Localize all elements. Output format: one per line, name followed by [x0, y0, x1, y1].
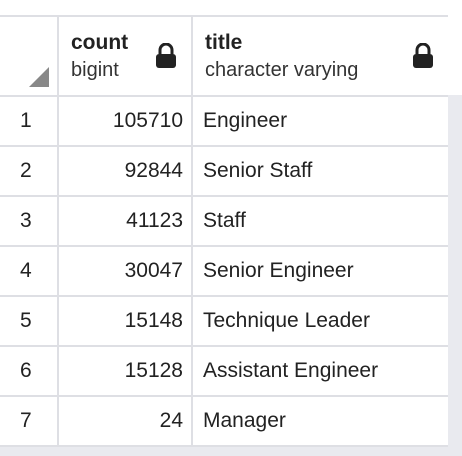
row-number[interactable]: 4: [0, 247, 59, 295]
cell-title[interactable]: Manager: [193, 397, 448, 445]
select-all-corner[interactable]: [0, 17, 59, 95]
cell-count[interactable]: 105710: [59, 97, 193, 145]
results-grid: count bigint title character varying 1 10…: [0, 15, 448, 447]
cell-count[interactable]: 92844: [59, 147, 193, 195]
table-row[interactable]: 5 15148 Technique Leader: [0, 297, 448, 347]
row-number[interactable]: 5: [0, 297, 59, 345]
corner-triangle-icon: [29, 67, 49, 87]
cell-count[interactable]: 24: [59, 397, 193, 445]
cell-title[interactable]: Technique Leader: [193, 297, 448, 345]
column-header-title[interactable]: title character varying: [193, 17, 448, 95]
table-row[interactable]: 7 24 Manager: [0, 397, 448, 447]
cell-title[interactable]: Staff: [193, 197, 448, 245]
column-header-count[interactable]: count bigint: [59, 17, 193, 95]
lock-icon: [413, 43, 433, 68]
cell-title[interactable]: Assistant Engineer: [193, 347, 448, 395]
cell-count[interactable]: 15128: [59, 347, 193, 395]
row-number[interactable]: 6: [0, 347, 59, 395]
row-number[interactable]: 2: [0, 147, 59, 195]
grid-gutter: [448, 95, 462, 456]
table-row[interactable]: 3 41123 Staff: [0, 197, 448, 247]
table-row[interactable]: 6 15128 Assistant Engineer: [0, 347, 448, 397]
lock-icon: [156, 43, 176, 68]
row-number[interactable]: 7: [0, 397, 59, 445]
header-row: count bigint title character varying: [0, 17, 448, 97]
cell-count[interactable]: 41123: [59, 197, 193, 245]
table-row[interactable]: 2 92844 Senior Staff: [0, 147, 448, 197]
row-number[interactable]: 3: [0, 197, 59, 245]
table-row[interactable]: 1 105710 Engineer: [0, 97, 448, 147]
cell-title[interactable]: Senior Engineer: [193, 247, 448, 295]
cell-count[interactable]: 30047: [59, 247, 193, 295]
cell-title[interactable]: Senior Staff: [193, 147, 448, 195]
table-row[interactable]: 4 30047 Senior Engineer: [0, 247, 448, 297]
cell-title[interactable]: Engineer: [193, 97, 448, 145]
row-number[interactable]: 1: [0, 97, 59, 145]
cell-count[interactable]: 15148: [59, 297, 193, 345]
